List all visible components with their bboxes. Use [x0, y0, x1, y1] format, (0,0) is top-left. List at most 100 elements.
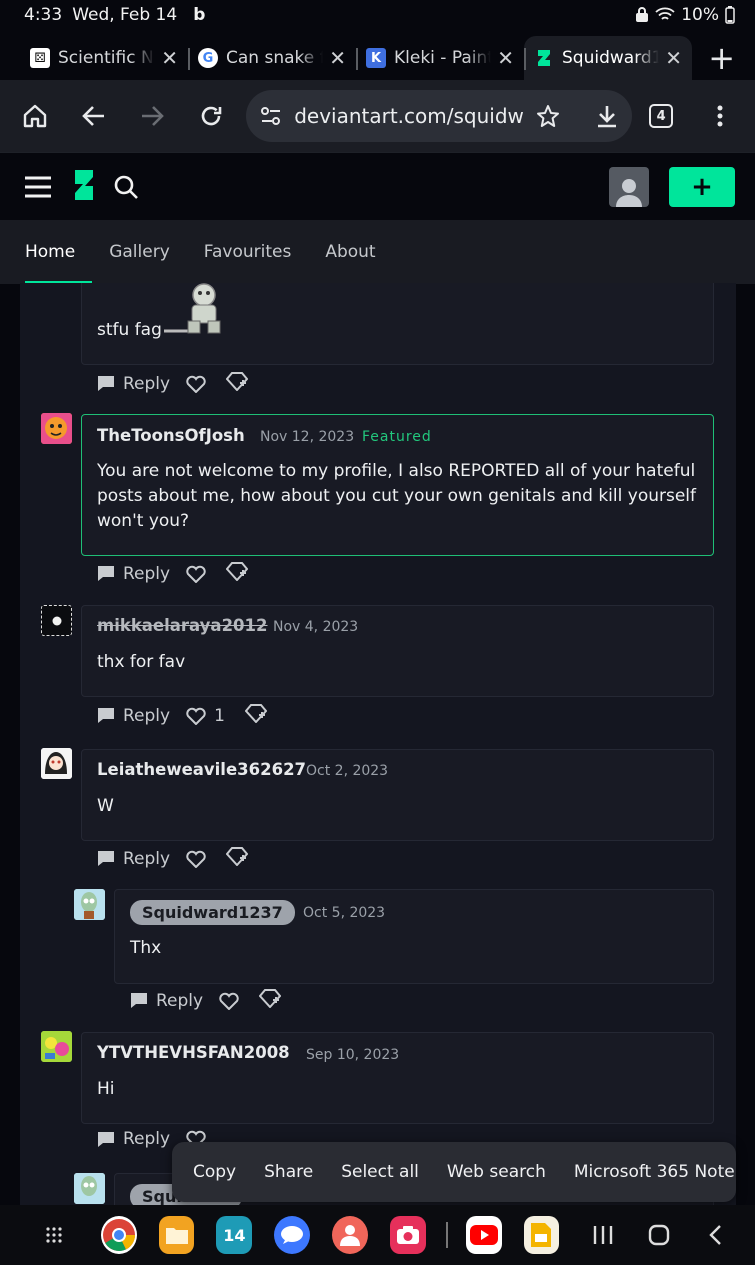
close-icon[interactable]: ✕	[329, 46, 346, 70]
reply-button[interactable]: Reply	[97, 1129, 170, 1149]
tab-kleki[interactable]: K Kleki - Paint ✕	[356, 36, 524, 80]
comment-text: You are not welcome to my profile, I als…	[97, 461, 697, 531]
heart-icon	[186, 850, 206, 868]
comment-text: Hi	[97, 1079, 115, 1099]
menu-microsoft-365-note[interactable]: Microsoft 365 Note	[574, 1162, 735, 1182]
comment-actions: Reply	[130, 988, 282, 1013]
new-tab-button[interactable]: +	[708, 36, 745, 80]
comment-text: W	[97, 796, 114, 816]
reply-button[interactable]: Reply	[130, 991, 203, 1011]
menu-copy[interactable]: Copy	[193, 1162, 236, 1182]
comment-username[interactable]: TheToonsOfJosh	[97, 426, 245, 445]
comment-actions: Reply	[97, 846, 249, 871]
wifi-icon	[655, 7, 675, 20]
app-drawer-icon[interactable]	[44, 1216, 65, 1254]
omnibox[interactable]: deviantart.com/squidw	[246, 90, 632, 142]
heart-icon	[219, 992, 239, 1010]
chrome-icon[interactable]	[100, 1216, 137, 1254]
google-slides-icon[interactable]	[523, 1216, 560, 1254]
recents-icon[interactable]	[585, 1216, 621, 1254]
youtube-icon[interactable]	[465, 1216, 502, 1254]
comment-username[interactable]: Leiatheweavile362627	[97, 760, 306, 779]
menu-select-all[interactable]: Select all	[341, 1162, 419, 1182]
tab-title: Squidward1	[562, 48, 660, 68]
award-button[interactable]	[258, 988, 282, 1013]
tab-favourites[interactable]: Favourites	[187, 220, 309, 284]
forward-arrow-icon[interactable]	[135, 98, 170, 134]
reply-button[interactable]: Reply	[97, 706, 170, 726]
search-icon[interactable]	[108, 169, 144, 205]
reply-button[interactable]: Reply	[97, 564, 170, 584]
camera-icon[interactable]	[389, 1216, 426, 1254]
menu-web-search[interactable]: Web search	[447, 1162, 546, 1182]
comment-date[interactable]: Nov 12, 2023	[260, 429, 354, 445]
lock-icon	[636, 7, 649, 22]
user-avatar[interactable]	[609, 166, 649, 207]
avatar[interactable]	[41, 605, 72, 636]
back-arrow-icon[interactable]	[77, 98, 112, 134]
comment-date[interactable]: Sep 10, 2023	[306, 1047, 399, 1063]
sticker-image	[164, 283, 230, 341]
dice-icon: ⚄	[30, 48, 50, 68]
award-button[interactable]	[225, 561, 249, 586]
reply-button[interactable]: Reply	[97, 374, 170, 394]
overflow-menu-icon[interactable]	[702, 98, 737, 134]
like-button[interactable]	[219, 992, 239, 1010]
hamburger-menu-icon[interactable]	[20, 169, 56, 205]
heart-icon	[186, 375, 206, 393]
tab-title: Kleki - Paint	[394, 48, 492, 68]
tab-about[interactable]: About	[308, 220, 392, 284]
award-button[interactable]	[244, 703, 268, 728]
home-icon[interactable]	[18, 98, 53, 134]
tab-home[interactable]: Home	[0, 220, 93, 284]
reply-button[interactable]: Reply	[97, 849, 170, 869]
deviantart-logo-icon[interactable]	[72, 168, 96, 206]
comment-actions: Reply	[97, 561, 249, 586]
award-button[interactable]	[225, 846, 249, 871]
tab-title: Can snake f	[226, 48, 324, 68]
menu-share[interactable]: Share	[264, 1162, 313, 1182]
like-button[interactable]	[186, 565, 206, 583]
back-button-icon[interactable]	[697, 1216, 733, 1254]
tab-squidward[interactable]: Squidward1 ✕	[524, 36, 692, 80]
calendar-icon[interactable]: 14	[216, 1216, 253, 1254]
bookmark-star-icon[interactable]	[536, 104, 560, 128]
avatar[interactable]	[74, 889, 105, 920]
site-settings-icon[interactable]	[260, 106, 282, 126]
messages-icon[interactable]	[274, 1216, 311, 1254]
avatar[interactable]	[41, 1031, 72, 1062]
comment-username[interactable]: mikkaelaraya2012	[97, 616, 268, 635]
like-button[interactable]: 1	[186, 706, 225, 726]
download-icon[interactable]	[596, 104, 618, 128]
home-button-icon[interactable]	[641, 1216, 677, 1254]
battery-percent: 10%	[681, 5, 719, 25]
tab-scientific[interactable]: ⚄ Scientific N ✕	[20, 36, 188, 80]
close-icon[interactable]: ✕	[497, 46, 514, 70]
award-icon	[258, 989, 282, 1009]
create-button[interactable]: +	[669, 166, 735, 207]
reply-icon	[98, 376, 114, 391]
like-button[interactable]	[186, 850, 206, 868]
avatar[interactable]	[41, 748, 72, 779]
avatar[interactable]	[74, 1173, 105, 1204]
close-icon[interactable]: ✕	[665, 46, 682, 70]
like-button[interactable]	[186, 375, 206, 393]
reload-icon[interactable]	[194, 98, 229, 134]
author-username-pill[interactable]: Squidward1237	[130, 900, 295, 925]
files-icon[interactable]	[158, 1216, 195, 1254]
comment-username[interactable]: YTVTHEVHSFAN2008	[97, 1043, 290, 1062]
award-icon	[225, 847, 249, 867]
avatar[interactable]	[41, 413, 72, 444]
tab-gallery[interactable]: Gallery	[92, 220, 187, 284]
contacts-icon[interactable]	[332, 1216, 368, 1254]
url-text[interactable]: deviantart.com/squidw	[294, 104, 524, 128]
comment-date[interactable]: Oct 5, 2023	[303, 905, 385, 921]
award-button[interactable]	[225, 371, 249, 396]
close-icon[interactable]: ✕	[161, 46, 178, 70]
tab-switcher-button[interactable]: 4	[644, 98, 679, 134]
comment-date[interactable]: Oct 2, 2023	[306, 763, 388, 779]
comment-date[interactable]: Nov 4, 2023	[273, 619, 358, 635]
tab-google[interactable]: G Can snake f ✕	[188, 36, 356, 80]
comment-actions: Reply	[97, 371, 249, 396]
status-date: Wed, Feb 14	[72, 5, 178, 25]
